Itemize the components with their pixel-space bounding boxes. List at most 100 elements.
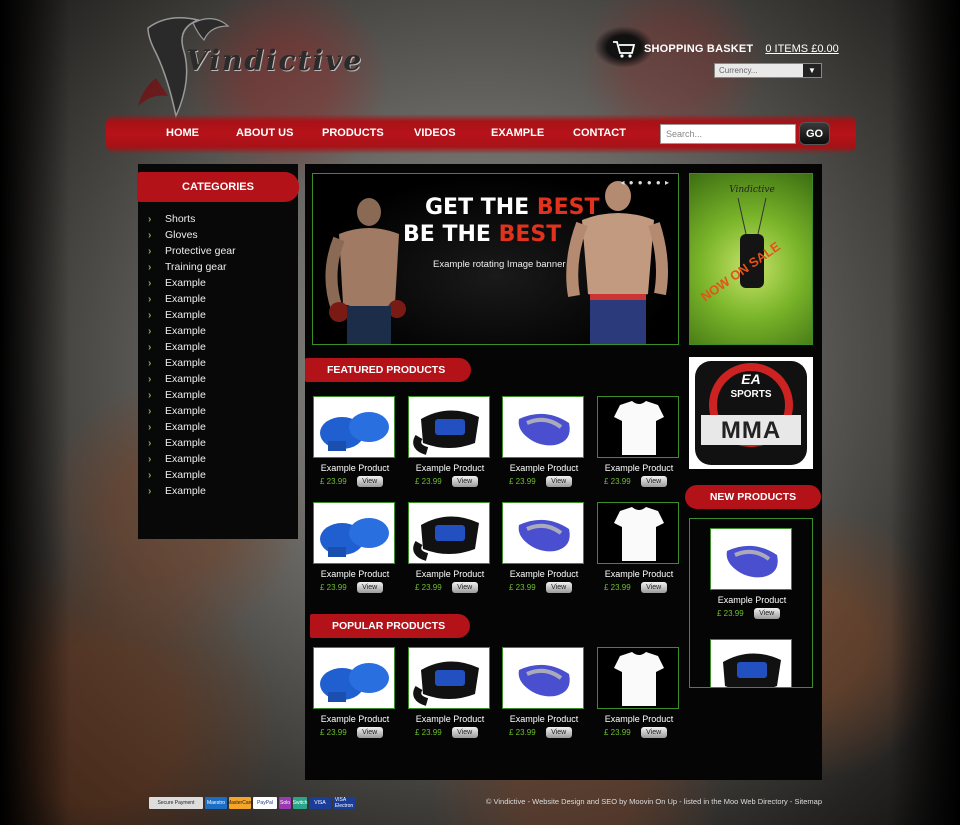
mouthguard-icon[interactable] xyxy=(502,647,584,709)
product-card[interactable]: Example Product £ 23.99 View xyxy=(408,647,492,738)
product-name[interactable]: Example Product xyxy=(502,714,586,724)
search-go-button[interactable]: GO xyxy=(799,122,830,145)
category-label: Example xyxy=(165,421,206,433)
chevron-right-icon: › xyxy=(148,229,152,241)
footer-credits[interactable]: © Vindictive - Website Design and SEO by… xyxy=(486,797,822,806)
view-button[interactable]: View xyxy=(640,582,667,593)
currency-select[interactable]: Currency... ▼ xyxy=(714,63,822,78)
view-button[interactable]: View xyxy=(545,476,572,487)
product-card[interactable]: Example Product £ 23.99 View xyxy=(313,647,397,738)
nav-videos[interactable]: VIDEOS xyxy=(414,127,456,139)
product-card[interactable]: Example Product £ 23.99 View xyxy=(597,502,681,593)
product-card[interactable]: Example Product £ 23.99 View xyxy=(313,396,397,487)
product-card[interactable]: Example Product £ 23.99 View xyxy=(710,528,794,619)
category-item[interactable]: › Example xyxy=(148,451,236,467)
mouthguard-icon[interactable] xyxy=(710,528,792,590)
product-name[interactable]: Example Product xyxy=(597,463,681,473)
search-input[interactable]: Search... xyxy=(660,124,796,144)
product-price: £ 23.99 xyxy=(717,609,744,618)
view-button[interactable]: View xyxy=(753,608,780,619)
view-button[interactable]: View xyxy=(356,582,383,593)
nav-about-us[interactable]: ABOUT US xyxy=(236,127,293,139)
basket-count-link[interactable]: 0 ITEMS £0.00 xyxy=(765,43,838,55)
tshirt-icon[interactable] xyxy=(597,396,679,458)
tshirt-icon[interactable] xyxy=(597,502,679,564)
product-name[interactable]: Example Product xyxy=(313,569,397,579)
view-button[interactable]: View xyxy=(545,582,572,593)
view-button[interactable]: View xyxy=(545,727,572,738)
product-name[interactable]: Example Product xyxy=(597,714,681,724)
banner-pager[interactable]: ◂ ● ● ● ● ▸ xyxy=(621,178,670,187)
shopping-basket[interactable]: SHOPPING BASKET 0 ITEMS £0.00 xyxy=(594,26,839,68)
payment-methods: Secure Payment Maestro MasterCard PayPal… xyxy=(149,797,355,809)
view-button[interactable]: View xyxy=(356,476,383,487)
dropdown-arrow-icon[interactable]: ▼ xyxy=(803,64,821,77)
category-item[interactable]: › Example xyxy=(148,403,236,419)
view-button[interactable]: View xyxy=(640,727,667,738)
category-item[interactable]: › Example xyxy=(148,371,236,387)
product-card[interactable]: Example Product £ 23.99 View xyxy=(502,396,586,487)
tshirt-icon[interactable] xyxy=(597,647,679,709)
boxing-gloves-icon[interactable] xyxy=(313,647,395,709)
view-button[interactable]: View xyxy=(451,727,478,738)
boxing-gloves-icon[interactable] xyxy=(313,502,395,564)
product-name[interactable]: Example Product xyxy=(408,569,492,579)
view-button[interactable]: View xyxy=(451,582,478,593)
view-button[interactable]: View xyxy=(640,476,667,487)
category-item[interactable]: › Shorts xyxy=(148,211,236,227)
mma-gloves-icon[interactable] xyxy=(408,396,490,458)
category-item[interactable]: › Example xyxy=(148,355,236,371)
product-name[interactable]: Example Product xyxy=(408,463,492,473)
product-name[interactable]: Example Product xyxy=(710,595,794,605)
nav-example[interactable]: EXAMPLE xyxy=(491,127,544,139)
category-item[interactable]: › Example xyxy=(148,483,236,499)
category-item[interactable]: › Protective gear xyxy=(148,243,236,259)
product-name[interactable]: Example Product xyxy=(502,569,586,579)
category-item[interactable]: › Example xyxy=(148,339,236,355)
view-button[interactable]: View xyxy=(451,476,478,487)
category-item[interactable]: › Training gear xyxy=(148,259,236,275)
category-item[interactable]: › Example xyxy=(148,275,236,291)
product-card[interactable]: Example Product £ 23.99 View xyxy=(597,647,681,738)
product-name[interactable]: Example Product xyxy=(502,463,586,473)
category-item[interactable]: › Example xyxy=(148,435,236,451)
product-name[interactable]: Example Product xyxy=(597,569,681,579)
maestro-icon: Maestro xyxy=(205,797,227,809)
nav-home[interactable]: HOME xyxy=(166,127,199,139)
punch-bag-sale-ad[interactable]: Vindictive NOW ON SALE xyxy=(689,173,813,345)
mouthguard-icon[interactable] xyxy=(502,502,584,564)
nav-products[interactable]: PRODUCTS xyxy=(322,127,384,139)
category-item[interactable]: › Example xyxy=(148,419,236,435)
rotating-banner[interactable]: GET THE BEST BE THE BEST Example rotatin… xyxy=(312,173,679,345)
category-label: Example xyxy=(165,437,206,449)
chevron-right-icon: › xyxy=(148,357,152,369)
product-card[interactable]: Example Product £ 23.99 View xyxy=(502,647,586,738)
category-item[interactable]: › Example xyxy=(148,323,236,339)
category-item[interactable]: › Gloves xyxy=(148,227,236,243)
site-logo[interactable]: Vindictive xyxy=(138,8,428,120)
product-name[interactable]: Example Product xyxy=(408,714,492,724)
nav-contact[interactable]: CONTACT xyxy=(573,127,626,139)
category-item[interactable]: › Example xyxy=(148,291,236,307)
view-button[interactable]: View xyxy=(356,727,383,738)
product-name[interactable]: Example Product xyxy=(313,714,397,724)
category-label: Example xyxy=(165,405,206,417)
category-item[interactable]: › Example xyxy=(148,467,236,483)
boxing-gloves-icon[interactable] xyxy=(313,396,395,458)
product-card[interactable]: Example Product £ 23.99 View xyxy=(408,502,492,593)
category-item[interactable]: › Example xyxy=(148,387,236,403)
chevron-right-icon: › xyxy=(148,437,152,449)
mma-gloves-icon[interactable] xyxy=(408,647,490,709)
category-item[interactable]: › Example xyxy=(148,307,236,323)
ea-sports-mma-ad[interactable]: EA SPORTS MMA xyxy=(689,357,813,469)
mouthguard-icon[interactable] xyxy=(502,396,584,458)
product-card[interactable]: Example Product £ 23.99 View xyxy=(502,502,586,593)
product-card[interactable]: Example Product £ 23.99 View xyxy=(408,396,492,487)
mma-gloves-icon[interactable] xyxy=(408,502,490,564)
product-card[interactable]: Example Product £ 23.99 View xyxy=(313,502,397,593)
product-card[interactable]: Example Product £ 23.99 View xyxy=(597,396,681,487)
banner-text-accent: BEST xyxy=(536,195,600,220)
mma-gloves-icon[interactable] xyxy=(710,639,792,687)
product-name[interactable]: Example Product xyxy=(313,463,397,473)
chevron-right-icon: › xyxy=(148,453,152,465)
